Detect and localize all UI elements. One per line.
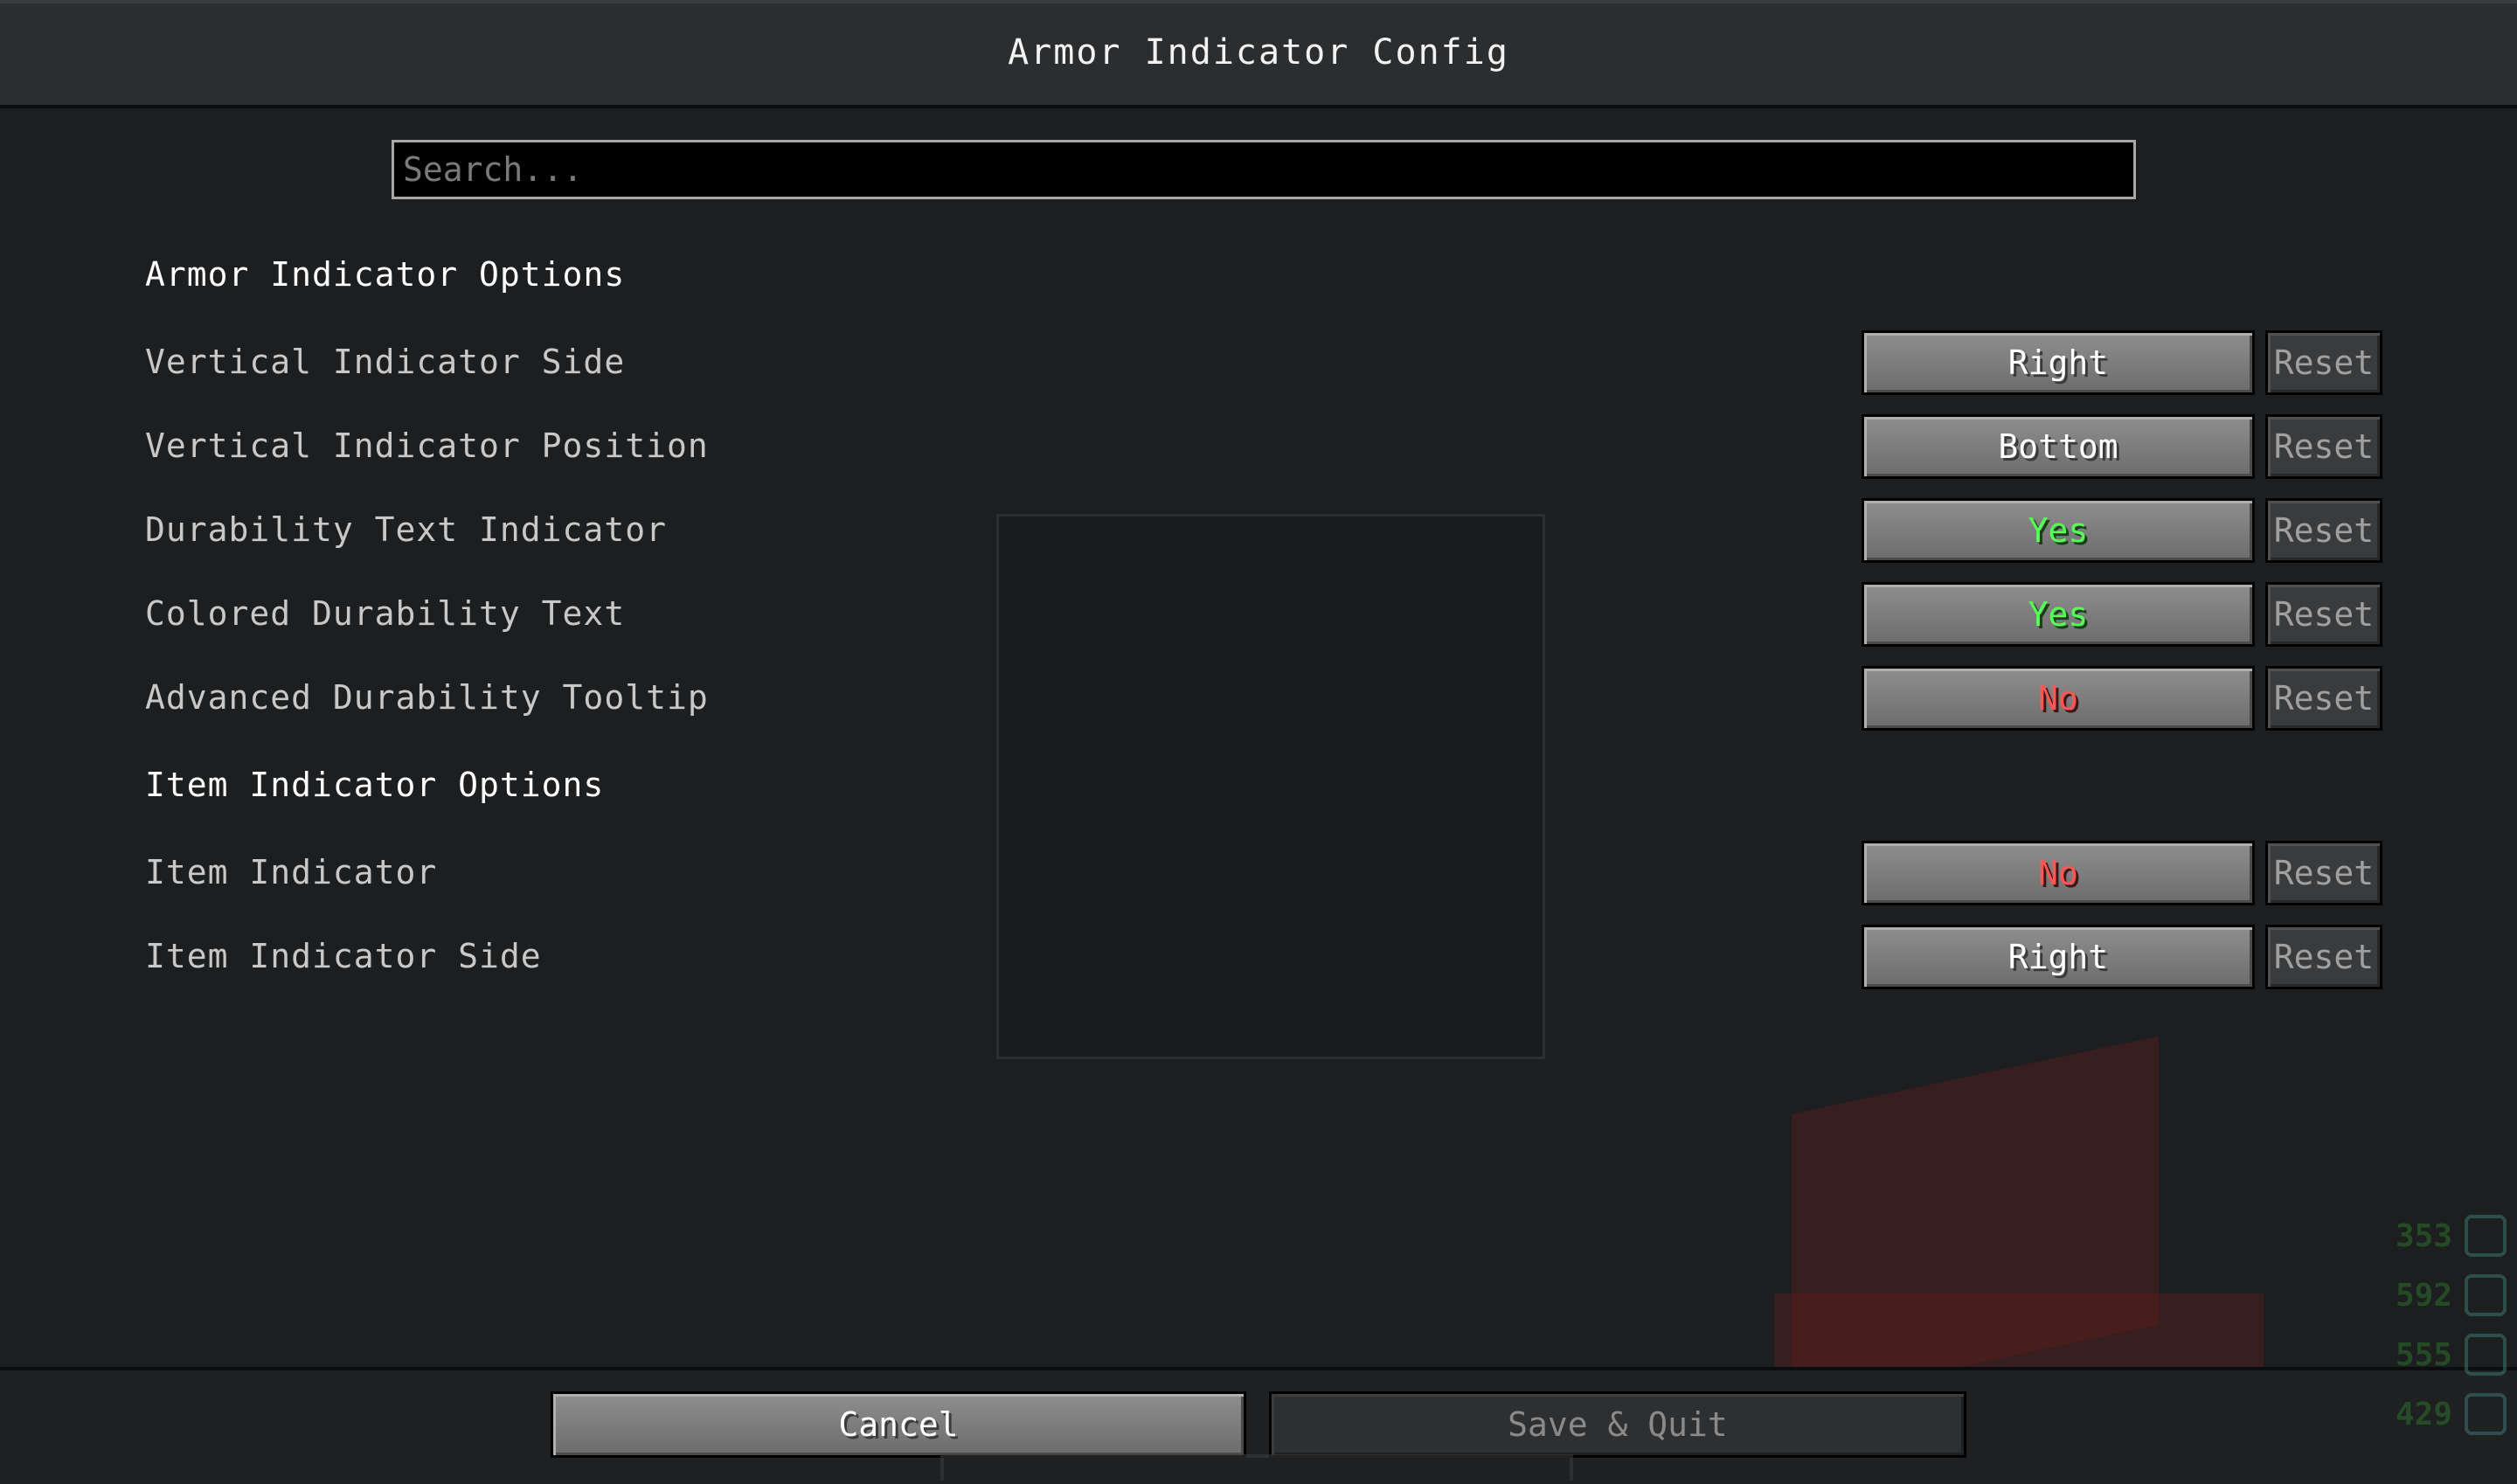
option-label-colored-durability-text: Colored Durability Text xyxy=(145,594,626,633)
reset-button-item-indicator-side[interactable]: Reset xyxy=(2265,925,2382,989)
hud-row-boots: 429 xyxy=(2396,1393,2507,1435)
hotbar-outline xyxy=(940,1454,1573,1481)
leggings-durability: 555 xyxy=(2395,1336,2452,1373)
armor-hud: 353 592 555 429 xyxy=(2395,1201,2517,1481)
reset-button-advanced-durability-tooltip[interactable]: Reset xyxy=(2265,666,2382,731)
durability-text-indicator-toggle[interactable]: Yes xyxy=(1862,498,2255,563)
option-label-vertical-indicator-position: Vertical Indicator Position xyxy=(145,426,709,465)
item-indicator-side-button[interactable]: Right xyxy=(1862,925,2255,989)
item-indicator-toggle[interactable]: No xyxy=(1862,841,2255,905)
option-label-vertical-indicator-side: Vertical Indicator Side xyxy=(145,343,626,381)
section-title-item-indicator-options: Item Indicator Options xyxy=(145,766,605,804)
colored-durability-text-toggle[interactable]: Yes xyxy=(1862,582,2255,647)
vertical-indicator-position-button[interactable]: Bottom xyxy=(1862,414,2255,479)
reset-button-colored-durability-text[interactable]: Reset xyxy=(2265,582,2382,647)
helmet-icon xyxy=(2465,1215,2507,1257)
option-label-advanced-durability-tooltip: Advanced Durability Tooltip xyxy=(145,678,709,717)
hud-row-helmet: 353 xyxy=(2396,1215,2507,1257)
hud-row-chestplate: 592 xyxy=(2396,1274,2507,1316)
vertical-indicator-side-button[interactable]: Right xyxy=(1862,330,2255,395)
title-bar: Armor Indicator Config xyxy=(0,0,2517,108)
option-label-durability-text-indicator: Durability Text Indicator xyxy=(145,510,667,549)
chestplate-durability: 592 xyxy=(2395,1277,2452,1314)
cancel-button[interactable]: Cancel xyxy=(551,1391,1246,1458)
search-box[interactable] xyxy=(392,140,2136,199)
search-input[interactable] xyxy=(401,149,2126,190)
reset-button-vertical-indicator-position[interactable]: Reset xyxy=(2265,414,2382,479)
reset-button-durability-text-indicator[interactable]: Reset xyxy=(2265,498,2382,563)
reset-button-vertical-indicator-side[interactable]: Reset xyxy=(2265,330,2382,395)
option-label-item-indicator-side: Item Indicator Side xyxy=(145,937,542,975)
chestplate-icon xyxy=(2465,1274,2507,1316)
advanced-durability-tooltip-toggle[interactable]: No xyxy=(1862,666,2255,731)
helmet-durability: 353 xyxy=(2395,1217,2452,1254)
section-title-armor-indicator-options: Armor Indicator Options xyxy=(145,255,626,294)
boots-icon xyxy=(2465,1393,2507,1435)
screen-title: Armor Indicator Config xyxy=(1008,32,1509,73)
preview-panel xyxy=(996,514,1545,1059)
option-label-item-indicator: Item Indicator xyxy=(145,853,438,891)
background-block xyxy=(1792,1036,2159,1403)
reset-button-item-indicator[interactable]: Reset xyxy=(2265,841,2382,905)
leggings-icon xyxy=(2465,1334,2507,1376)
save-and-quit-button[interactable]: Save & Quit xyxy=(1269,1391,1966,1458)
boots-durability: 429 xyxy=(2395,1396,2452,1432)
hud-row-leggings: 555 xyxy=(2396,1334,2507,1376)
